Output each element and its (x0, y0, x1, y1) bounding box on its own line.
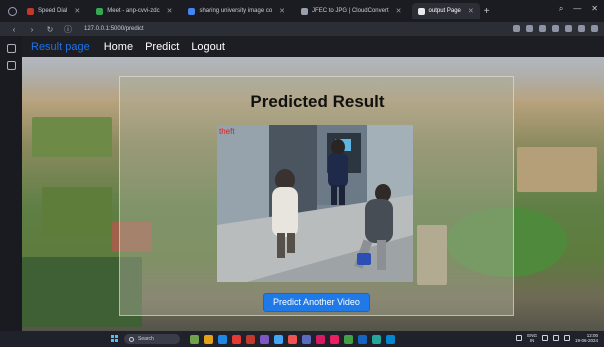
new-tab-button[interactable]: + (484, 6, 490, 17)
meet-icon (96, 7, 104, 15)
field-patch (42, 187, 112, 237)
app-icon[interactable] (344, 335, 353, 344)
heart-icon[interactable] (578, 25, 585, 32)
windows-start-icon[interactable] (111, 335, 119, 343)
google-icon (188, 7, 196, 15)
browser-menu-icon[interactable] (8, 6, 17, 16)
prediction-label: theft (219, 127, 235, 136)
browser-sidebar (0, 36, 22, 331)
battery-icon[interactable] (563, 335, 570, 341)
clock-date: 19-06-2024 (574, 338, 598, 343)
back-icon[interactable]: ‹ (10, 25, 18, 34)
wifi-icon[interactable] (541, 335, 548, 341)
browser-tab-strip: Speed Dial ✕ Meet - anp-cvvi-zdc ✕ shari… (0, 0, 604, 22)
app-icon[interactable] (274, 335, 283, 344)
taskbar-search[interactable]: Search (124, 334, 180, 344)
close-icon[interactable]: ✕ (74, 7, 80, 15)
play-icon[interactable] (565, 25, 572, 32)
result-panel: Predicted Result theft Predict Another V… (119, 76, 514, 316)
opera-icon[interactable] (232, 335, 241, 344)
taskbar-clock[interactable]: 12:00 19-06-2024 (575, 333, 598, 343)
cloudconvert-icon (301, 7, 309, 15)
app-icon[interactable] (260, 335, 269, 344)
browser-toolbar-icons (513, 25, 598, 32)
shield-icon[interactable] (552, 25, 559, 32)
tab-meet[interactable]: Meet - anp-cvvi-zdc ✕ (90, 3, 178, 19)
tab-label: Speed Dial (38, 8, 68, 14)
close-icon[interactable]: ✕ (167, 7, 173, 15)
language-indicator[interactable]: ENG IN (527, 333, 537, 343)
extension-icon[interactable] (539, 25, 546, 32)
close-icon[interactable]: ✕ (468, 7, 474, 15)
cctv-frame-image (217, 125, 413, 282)
extension-icon[interactable] (526, 25, 533, 32)
app-icon[interactable] (288, 335, 297, 344)
tab-speed-dial[interactable]: Speed Dial ✕ (21, 3, 86, 19)
file-explorer-icon[interactable] (204, 335, 213, 344)
nav-home[interactable]: Home (104, 41, 133, 53)
desktop-screen: Speed Dial ✕ Meet - anp-cvvi-zdc ✕ shari… (0, 0, 604, 347)
forward-icon[interactable]: › (28, 25, 36, 34)
app-icon[interactable] (372, 335, 381, 344)
region-code: IN (529, 338, 535, 343)
nav-brand-result-page[interactable]: Result page (31, 41, 90, 53)
app-icon[interactable] (358, 335, 367, 344)
app-icon[interactable] (330, 335, 339, 344)
tab-label: sharing university image co (199, 8, 273, 14)
windows-taskbar: Search ENG IN 12:00 19-06-2024 (0, 331, 604, 347)
field-patch (32, 117, 112, 157)
extension-icon[interactable] (513, 25, 520, 32)
url-field[interactable]: 127.0.0.1:5000/predict (84, 26, 144, 32)
predict-another-video-button[interactable]: Predict Another Video (263, 293, 370, 312)
search-placeholder: Search (138, 336, 154, 342)
speed-dial-icon (27, 7, 34, 15)
tab-label: Meet - anp-cvvi-zdc (107, 8, 160, 14)
field-patch (517, 147, 597, 192)
nav-logout[interactable]: Logout (191, 41, 225, 53)
window-controls: ⌕ — ✕ (559, 4, 598, 14)
tab-label: JFEC to JPG | CloudConvert (312, 8, 389, 14)
volume-icon[interactable] (552, 335, 559, 341)
taskbar-apps (190, 335, 395, 344)
system-tray: ENG IN 12:00 19-06-2024 (516, 333, 598, 343)
site-navbar: Result page Home Predict Logout (22, 36, 604, 57)
app-icon[interactable] (316, 335, 325, 344)
edge-icon[interactable] (218, 335, 227, 344)
close-icon[interactable]: ✕ (279, 7, 285, 15)
search-icon[interactable]: ⌕ (559, 4, 563, 14)
address-bar: ‹ › ↻ ⓘ 127.0.0.1:5000/predict (0, 22, 604, 36)
page-title: Predicted Result (250, 92, 385, 111)
minimize-icon[interactable]: — (573, 4, 581, 14)
search-icon (129, 336, 134, 342)
home-icon[interactable] (6, 44, 16, 53)
tab-label: output Page (428, 8, 461, 14)
page-icon (417, 7, 425, 15)
site-info-icon[interactable]: ⓘ (64, 24, 72, 35)
page-background: Predicted Result theft Predict Another V… (22, 57, 604, 331)
tab-image-search[interactable]: sharing university image co ✕ (182, 3, 291, 19)
app-icon[interactable] (386, 335, 395, 344)
close-icon[interactable]: ✕ (396, 7, 402, 15)
reload-icon[interactable]: ↻ (46, 25, 54, 34)
chevron-up-icon[interactable] (516, 335, 523, 341)
nav-predict[interactable]: Predict (145, 41, 179, 53)
app-icon[interactable] (302, 335, 311, 344)
video-frame: theft (217, 125, 413, 282)
widgets-icon[interactable] (190, 335, 199, 344)
app-icon[interactable] (246, 335, 255, 344)
close-window-icon[interactable]: ✕ (591, 4, 598, 14)
tab-cloudconvert[interactable]: JFEC to JPG | CloudConvert ✕ (295, 3, 407, 19)
tab-output-page[interactable]: output Page ✕ (411, 3, 480, 19)
menu-icon[interactable] (591, 25, 598, 32)
aria-icon[interactable] (6, 61, 16, 70)
